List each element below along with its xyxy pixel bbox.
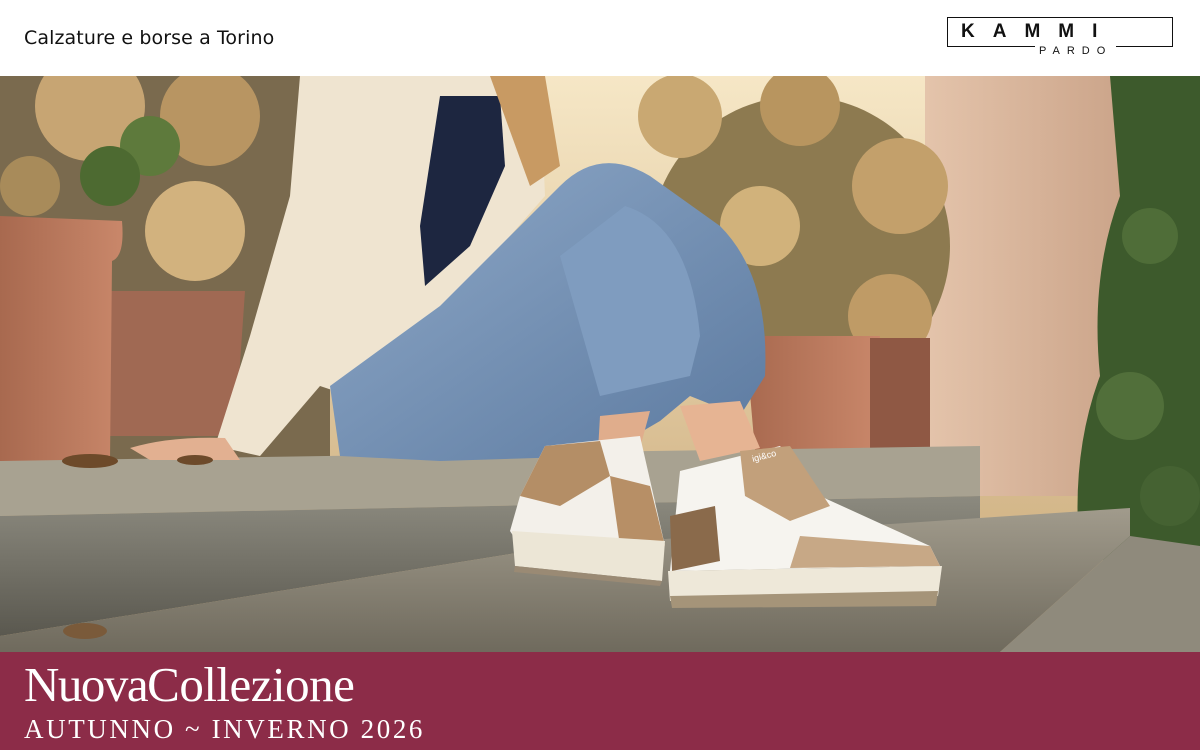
back-terracotta-pot [90,291,245,436]
store-tagline: Calzature e borse a Torino [24,27,275,49]
collection-banner[interactable]: NuovaCollezione AUTUNNO ~ INVERNO 2026 [0,652,1200,750]
title-nuova: Nuova [24,657,149,712]
hero-illustration: igi&co [0,76,1200,652]
collection-title: NuovaCollezione [24,656,355,714]
hero-photo: igi&co [0,76,1200,652]
logo-wordmark-text: KAMMI [961,21,1116,42]
season-subtitle: AUTUNNO ~ INVERNO 2026 [24,714,426,744]
title-collezione: Collezione [147,657,355,712]
brand-logo[interactable]: KAMMI PARDO [947,17,1175,58]
logo-wordmark: KAMMI [961,21,1115,43]
top-header: Calzature e borse a Torino KAMMI PARDO [0,0,1200,76]
front-terracotta-pot [0,216,123,461]
logo-subtitle: PARDO [1035,44,1117,58]
fallen-leaf [62,454,118,468]
